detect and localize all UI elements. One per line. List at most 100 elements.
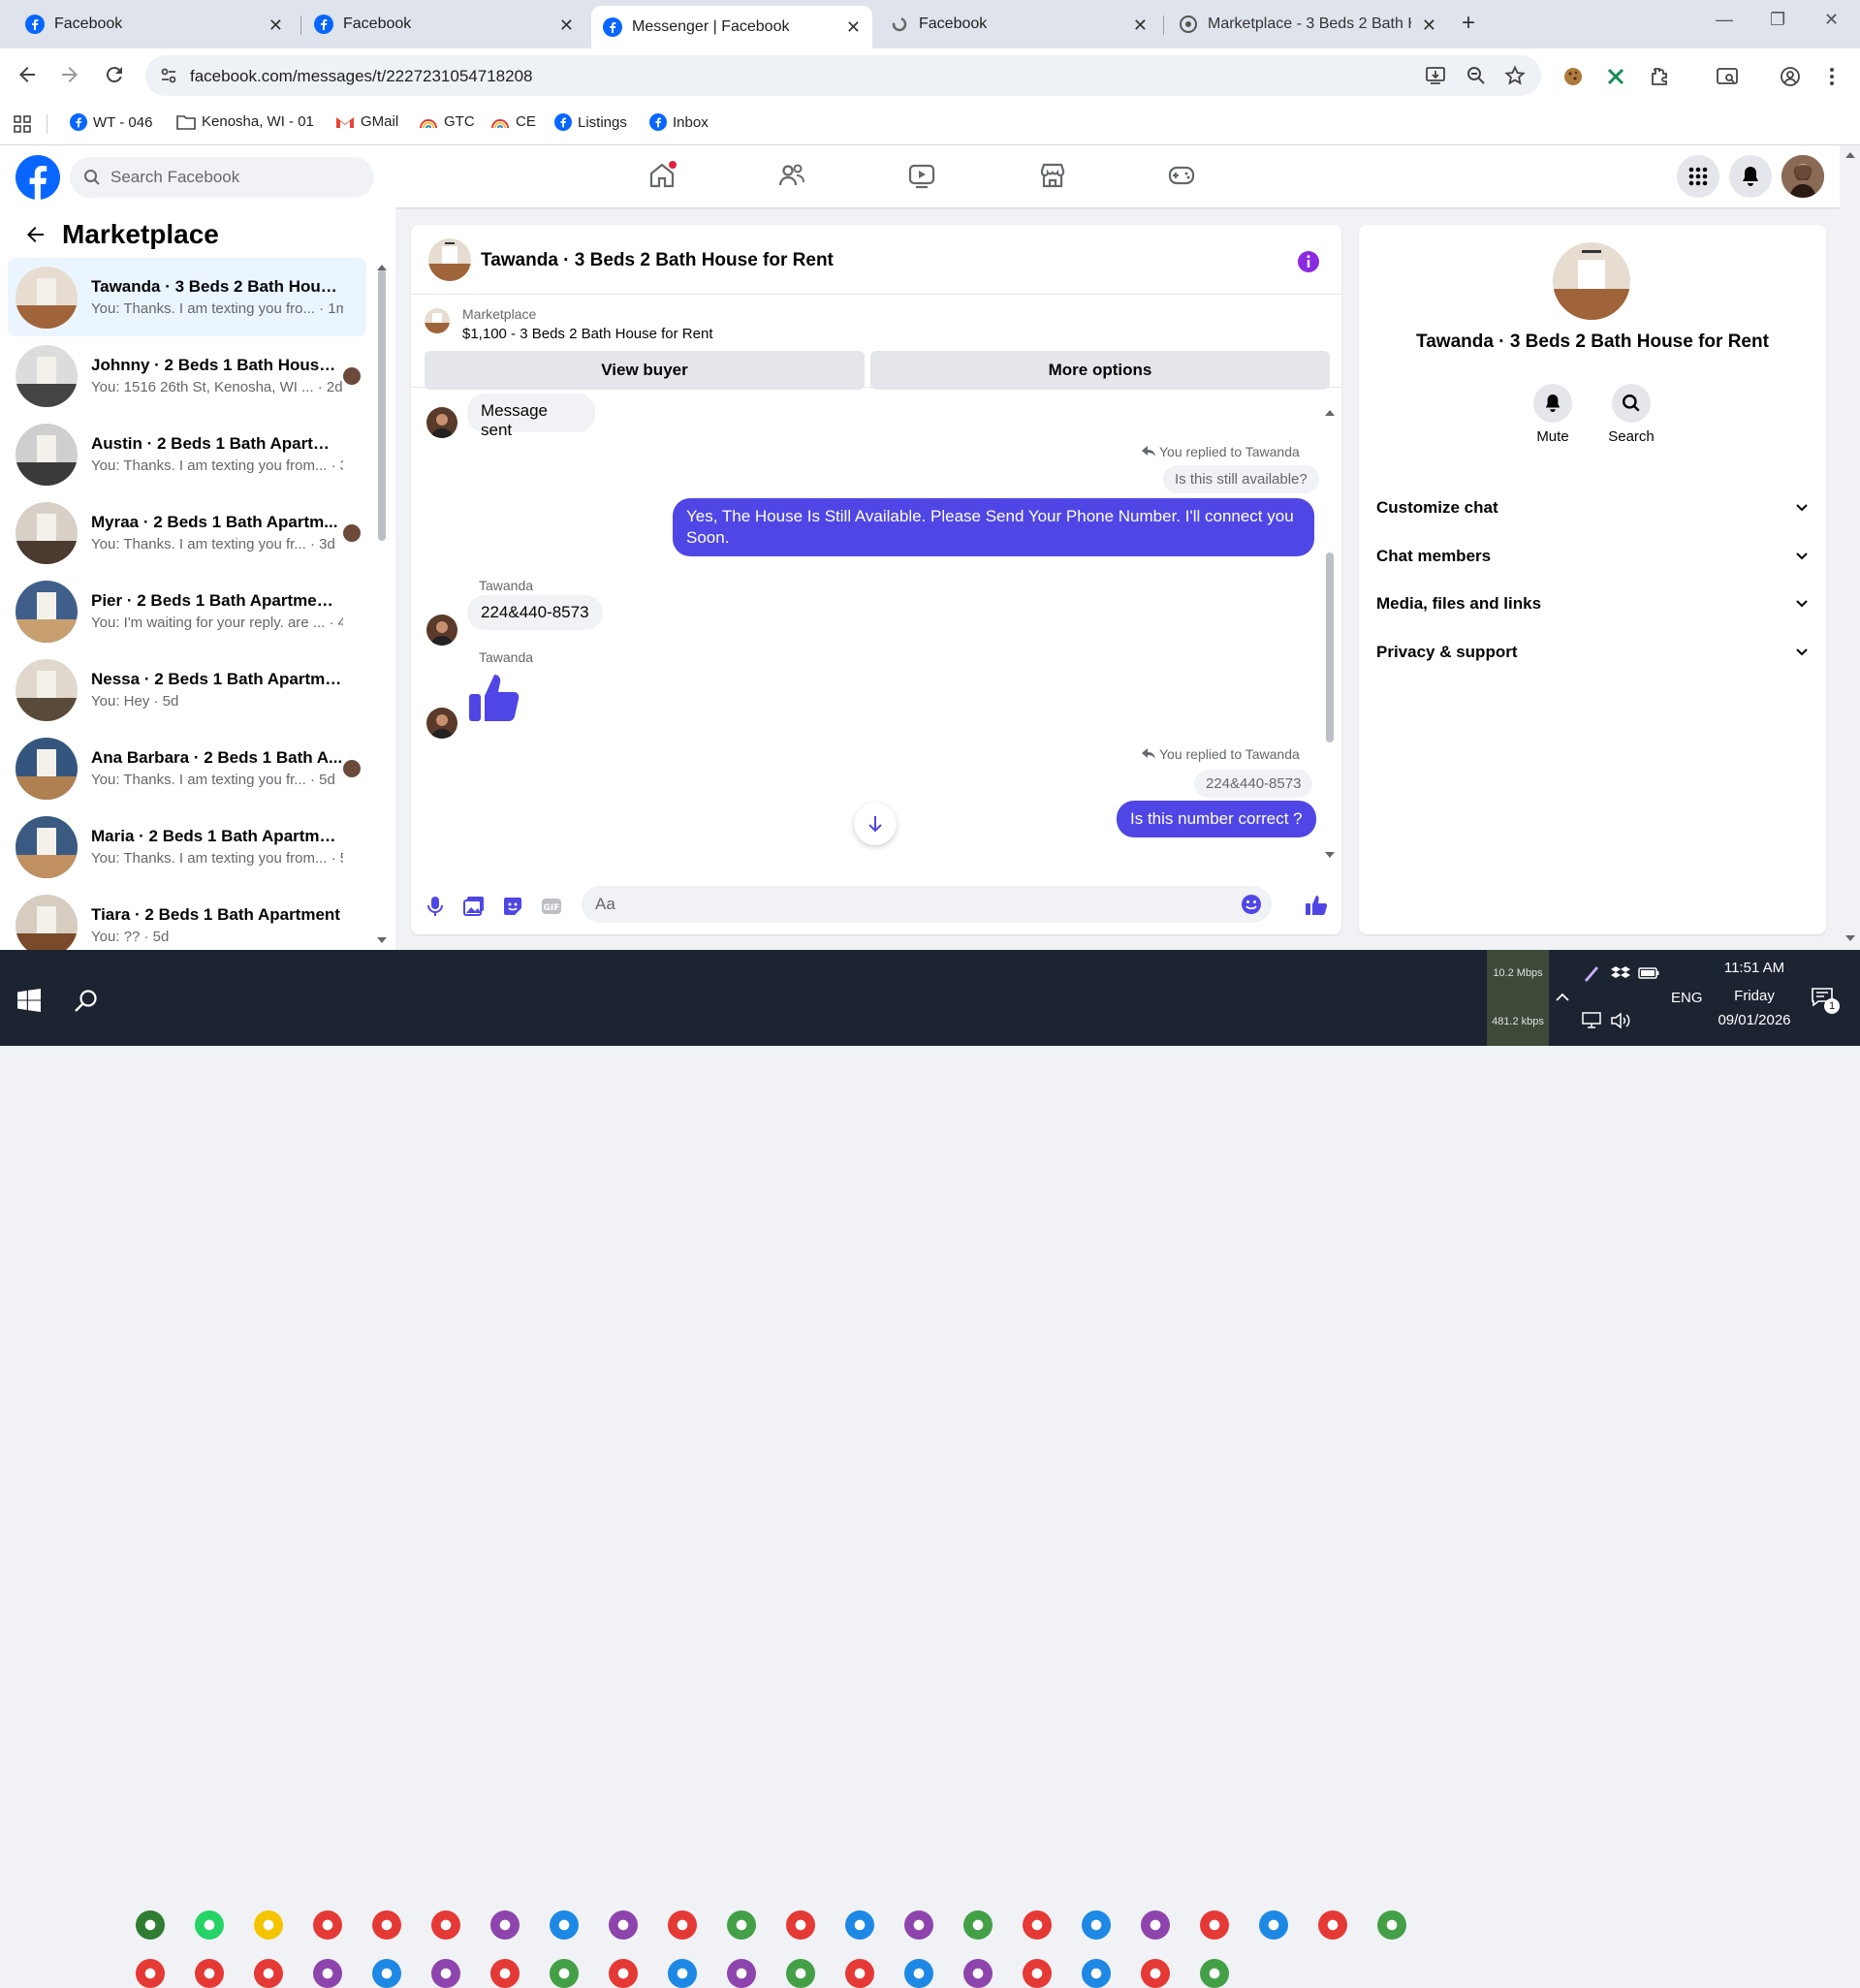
tab-facebook-3[interactable]: Facebook ✕	[878, 8, 1159, 41]
message-input[interactable]: Aa	[582, 886, 1272, 923]
gaming-icon[interactable]	[1167, 161, 1196, 190]
chrome-profile-icon[interactable]	[904, 1910, 933, 1940]
close-icon[interactable]: ✕	[846, 17, 861, 38]
pen-icon[interactable]	[1582, 963, 1601, 983]
search-icon[interactable]	[74, 989, 99, 1014]
chrome-profile-icon[interactable]	[727, 1910, 756, 1940]
microphone-icon[interactable]	[426, 896, 444, 917]
conversation-item[interactable]: Myraa · 2 Beds 1 Bath Apartm... You: Than…	[8, 493, 366, 572]
chat-title[interactable]: Tawanda · 3 Beds 2 Bath House for Rent	[481, 250, 834, 271]
quoted-message[interactable]: Is this still available?	[1163, 465, 1319, 493]
mute-button[interactable]: Mute	[1514, 384, 1592, 445]
chrome-profile-icon[interactable]	[1082, 1959, 1111, 1988]
chrome-profile-icon[interactable]	[786, 1910, 815, 1940]
forward-icon[interactable]	[58, 63, 81, 86]
customize-chat-section[interactable]: Customize chat	[1376, 489, 1809, 527]
bookmark-ce[interactable]: CE	[490, 113, 536, 130]
chrome-profile-icon[interactable]	[963, 1959, 993, 1988]
volume-icon[interactable]	[1611, 1012, 1632, 1029]
chrome-profile-icon[interactable]	[313, 1959, 342, 1988]
close-icon[interactable]: ✕	[559, 16, 574, 36]
chrome-profile-icon[interactable]	[727, 1959, 756, 1988]
chat-members-section[interactable]: Chat members	[1376, 537, 1809, 576]
tab-facebook-1[interactable]: Facebook ✕	[14, 8, 295, 41]
listing-name[interactable]: $1,100 - 3 Beds 2 Bath House for Rent	[462, 326, 713, 342]
chrome-profile-icon[interactable]	[1377, 1910, 1406, 1940]
chrome-profile-icon[interactable]	[1141, 1910, 1170, 1940]
message-bubble-incoming[interactable]: 224&440-8573	[467, 595, 603, 630]
listing-thumbnail[interactable]	[425, 308, 450, 333]
chrome-profile-icon[interactable]	[845, 1910, 874, 1940]
chrome-profile-icon[interactable]	[550, 1910, 579, 1940]
close-icon[interactable]: ✕	[1422, 16, 1436, 36]
info-icon[interactable]	[1297, 250, 1320, 273]
gif-icon[interactable]: GIF	[541, 896, 562, 917]
message-bubble-outgoing[interactable]: Yes, The House Is Still Available. Pleas…	[673, 498, 1314, 556]
chrome-profile-icon[interactable]	[1023, 1910, 1052, 1940]
battery-icon[interactable]	[1638, 967, 1659, 979]
clock[interactable]: 11:51 AM Friday 09/01/2026	[1706, 960, 1803, 1028]
bookmark-kenosha-folder[interactable]: Kenosha, WI - 01	[176, 113, 314, 130]
emoji-icon[interactable]	[1241, 894, 1262, 915]
chrome-profile-icon[interactable]	[254, 1959, 283, 1988]
sender-avatar[interactable]	[426, 407, 457, 438]
home-icon[interactable]	[647, 161, 677, 190]
thread-scrollbar[interactable]	[1326, 552, 1334, 742]
notifications-button[interactable]	[1729, 155, 1772, 198]
chrome-profile-icon[interactable]	[372, 1910, 401, 1940]
tab-messenger[interactable]: Messenger | Facebook ✕	[591, 6, 872, 48]
tab-marketplace[interactable]: Marketplace - 3 Beds 2 Bath Ho ✕	[1167, 8, 1448, 41]
chrome-profile-icon[interactable]	[963, 1910, 993, 1940]
chrome-profile-icon[interactable]	[550, 1959, 579, 1988]
conversation-item[interactable]: Tawanda · 3 Beds 2 Bath House ... You: Th…	[8, 258, 366, 336]
conversation-item[interactable]: Nessa · 2 Beds 1 Bath Apartmen... You: He…	[8, 650, 366, 729]
chat-avatar[interactable]	[428, 238, 471, 281]
chrome-profile-icon[interactable]	[609, 1910, 638, 1940]
facebook-logo-icon[interactable]	[16, 155, 60, 200]
like-send-icon[interactable]	[1305, 894, 1328, 917]
chrome-profile-icon[interactable]	[1259, 1910, 1288, 1940]
network-icon[interactable]	[1582, 1012, 1601, 1029]
whatsapp-icon[interactable]	[195, 1910, 224, 1940]
minimize-button[interactable]: —	[1716, 10, 1733, 30]
install-app-icon[interactable]	[1425, 65, 1446, 86]
conversation-item[interactable]: Pier · 2 Beds 1 Bath Apartment f... You: …	[8, 572, 366, 650]
chrome-profile-icon[interactable]	[1082, 1910, 1111, 1940]
chrome-profile-icon[interactable]	[1200, 1959, 1229, 1988]
conversation-item[interactable]: Tiara · 2 Beds 1 Bath Apartment You: ?? ·…	[8, 886, 366, 950]
file-explorer-icon[interactable]	[254, 1910, 283, 1940]
apps-grid-icon[interactable]	[14, 115, 31, 133]
tab-facebook-2[interactable]: Facebook ✕	[302, 8, 585, 41]
chrome-profile-icon[interactable]	[431, 1910, 460, 1940]
back-icon[interactable]	[16, 63, 39, 86]
chrome-profile-icon[interactable]	[609, 1959, 638, 1988]
chrome-profile-icon[interactable]	[1200, 1910, 1229, 1940]
site-settings-icon[interactable]	[159, 66, 178, 85]
bookmark-inbox[interactable]: Inbox	[649, 113, 709, 131]
chrome-profile-icon[interactable]	[845, 1959, 874, 1988]
tab-search-icon[interactable]	[1716, 66, 1739, 87]
chrome-profile-icon[interactable]	[1023, 1959, 1052, 1988]
video-icon[interactable]	[907, 161, 936, 190]
photo-icon[interactable]	[463, 896, 485, 917]
chrome-profile-icon[interactable]	[136, 1959, 165, 1988]
chrome-profile-icon[interactable]	[668, 1959, 697, 1988]
sender-avatar[interactable]	[426, 708, 457, 739]
account-avatar[interactable]	[1781, 155, 1824, 198]
scroll-down-icon[interactable]	[1844, 934, 1856, 942]
bookmark-wt-046[interactable]: WT - 046	[70, 113, 152, 131]
scroll-up-icon[interactable]	[1844, 151, 1856, 159]
conversation-item[interactable]: Austin · 2 Beds 1 Bath Apartment You: Tha…	[8, 415, 366, 493]
restore-button[interactable]: ❐	[1770, 10, 1785, 30]
extensions-puzzle-icon[interactable]	[1648, 66, 1669, 87]
reload-icon[interactable]	[103, 63, 126, 86]
thumbs-up-icon[interactable]	[467, 669, 523, 725]
details-avatar[interactable]	[1553, 242, 1630, 320]
dropbox-icon[interactable]	[1611, 965, 1630, 981]
close-icon[interactable]: ✕	[1133, 16, 1148, 36]
chevron-up-icon[interactable]	[1555, 993, 1570, 1002]
chrome-profile-icon[interactable]	[786, 1959, 815, 1988]
privacy-support-section[interactable]: Privacy & support	[1376, 633, 1809, 672]
message-bubble-incoming[interactable]: Message sent	[467, 394, 595, 439]
chrome-profile-icon[interactable]	[490, 1959, 520, 1988]
